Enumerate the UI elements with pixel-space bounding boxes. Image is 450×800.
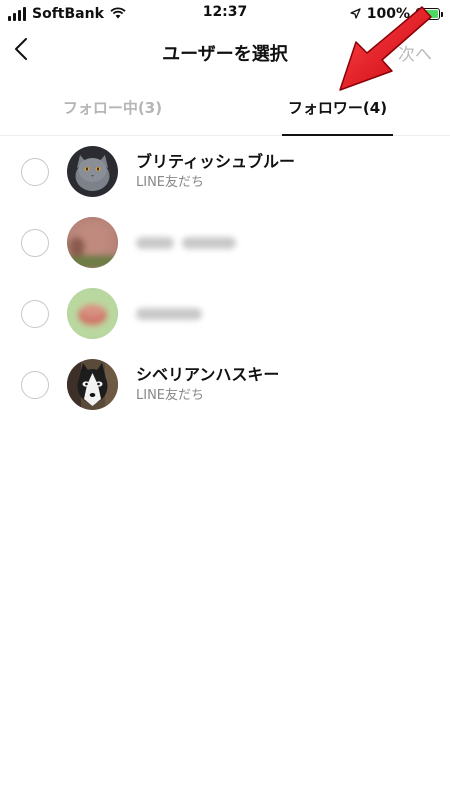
user-subtitle: LINE友だち xyxy=(136,174,205,190)
list-item[interactable]: ブリティッシュブルー LINE友だち xyxy=(0,136,450,207)
user-list: ブリティッシュブルー LINE友だち シベリアンハスキー LINE友だち xyxy=(0,136,450,420)
select-radio[interactable] xyxy=(21,157,49,186)
avatar xyxy=(67,359,118,410)
user-name: シベリアンハスキー xyxy=(136,364,280,384)
select-radio[interactable] xyxy=(21,228,49,257)
tab-following-label: フォロー中(3) xyxy=(62,99,163,117)
red-arrow-annotation xyxy=(330,2,435,101)
blurred-name xyxy=(136,307,202,320)
select-radio[interactable] xyxy=(21,299,49,328)
blurred-name xyxy=(136,236,236,249)
tab-following[interactable]: フォロー中(3) xyxy=(0,80,225,135)
avatar xyxy=(67,146,118,197)
select-radio[interactable] xyxy=(21,370,49,399)
avatar xyxy=(67,288,118,339)
list-item[interactable] xyxy=(0,207,450,278)
list-item[interactable]: シベリアンハスキー LINE友だち xyxy=(0,349,450,420)
user-name: ブリティッシュブルー xyxy=(136,151,296,171)
list-item[interactable] xyxy=(0,278,450,349)
user-subtitle: LINE友だち xyxy=(136,387,205,403)
avatar xyxy=(67,217,118,268)
